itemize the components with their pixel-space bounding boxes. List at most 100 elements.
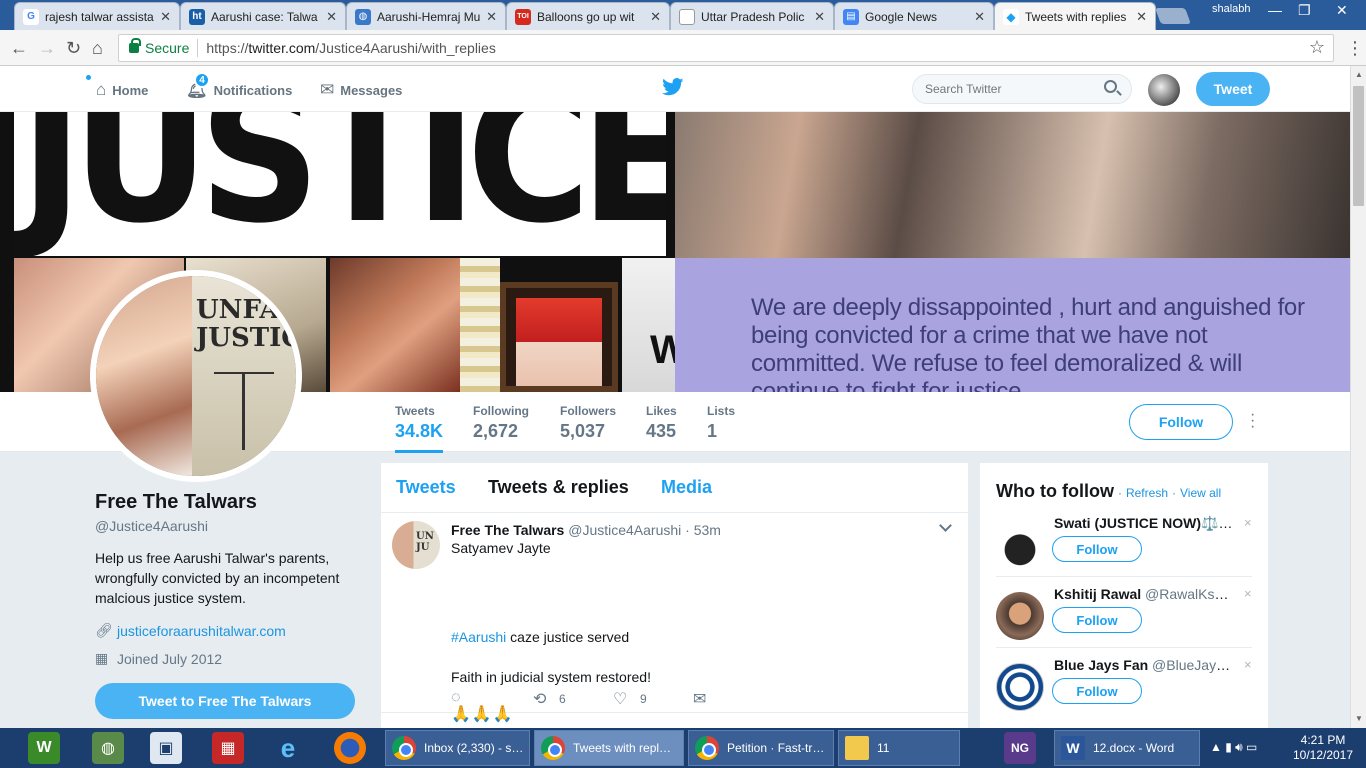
suggestion-follow-button[interactable]: Follow <box>1052 678 1142 704</box>
url-path: /Justice4Aarushi/with_replies <box>315 40 496 56</box>
suggestion-avatar[interactable] <box>996 663 1044 711</box>
system-tray-icons[interactable]: ▲ ▮ 🔊︎ ▭ <box>1210 740 1257 755</box>
heart-icon[interactable]: ♡ <box>613 689 627 709</box>
app-ng-icon[interactable]: NG <box>1004 732 1036 764</box>
dismiss-suggestion-icon[interactable]: × <box>1244 586 1252 601</box>
dismiss-suggestion-icon[interactable]: × <box>1244 515 1252 530</box>
tweet-avatar[interactable]: UN JU <box>392 521 440 569</box>
maximize-icon[interactable]: ❐ <box>1298 2 1311 19</box>
profile-website[interactable]: 🔗︎ justiceforaarushitalwar.com <box>95 622 286 639</box>
internet-explorer-icon[interactable]: e <box>272 732 304 764</box>
chevron-down-icon[interactable] <box>939 519 952 532</box>
scroll-up-icon[interactable]: ▲ <box>1355 70 1363 79</box>
close-tab-icon[interactable]: ✕ <box>814 9 825 25</box>
back-arrow-icon[interactable]: ← <box>10 38 28 59</box>
tab-tweets-and-replies[interactable]: Tweets & replies <box>488 477 629 498</box>
bookmark-star-icon[interactable]: ☆ <box>1309 37 1325 58</box>
stat-tweets[interactable]: Tweets 34.8K <box>395 404 444 453</box>
close-tab-icon[interactable]: ✕ <box>1136 9 1147 25</box>
browser-tab-4[interactable]: TOI Balloons go up wit ✕ <box>506 2 670 30</box>
suggestion-name[interactable]: Kshitij Rawal <box>1054 586 1141 602</box>
tweet[interactable]: UN JU Free The Talwars @Justice4Aarushi ·… <box>381 513 968 723</box>
taskbar-app-tweets[interactable]: Tweets with repl… <box>534 730 684 766</box>
scrollbar-thumb[interactable] <box>1353 86 1364 206</box>
suggestion-avatar[interactable] <box>996 521 1044 569</box>
app-window-icon[interactable]: ▣ <box>150 732 182 764</box>
app-w-icon[interactable]: W <box>28 732 60 764</box>
scroll-down-icon[interactable]: ▼ <box>1355 714 1363 723</box>
browser-tab-5[interactable]: Uttar Pradesh Polic ✕ <box>670 2 834 30</box>
browser-tab-2[interactable]: ht Aarushi case: Talwa ✕ <box>180 2 346 30</box>
close-window-icon[interactable]: ✕ <box>1336 2 1348 19</box>
home-icon[interactable]: ⌂ <box>92 38 103 59</box>
suggestion-avatar[interactable] <box>996 592 1044 640</box>
search-input[interactable] <box>912 74 1132 104</box>
profile-website-text[interactable]: justiceforaarushitalwar.com <box>117 623 286 639</box>
close-tab-icon[interactable]: ✕ <box>974 9 985 25</box>
reload-icon[interactable]: ↻ <box>66 38 81 59</box>
twitter-bird-icon[interactable] <box>662 78 684 96</box>
page-scrollbar[interactable]: ▲ ▼ <box>1350 66 1366 728</box>
follow-button[interactable]: Follow <box>1129 404 1233 440</box>
windows-taskbar: W ◍ ▣ ▦ e Inbox (2,330) - s… Tweets with… <box>0 728 1366 768</box>
taskbar-app-petition[interactable]: Petition · Fast-tr… <box>688 730 834 766</box>
refresh-link[interactable]: Refresh <box>1126 486 1168 500</box>
hashtag-link[interactable]: #Aarushi <box>451 629 506 645</box>
minimize-icon[interactable]: — <box>1268 2 1282 18</box>
suggestion-item[interactable]: Swati (JUSTICE NOW)⚖️ … × Follow <box>996 507 1252 577</box>
browser-tab-3[interactable]: ◍ Aarushi-Hemraj Mu ✕ <box>346 2 506 30</box>
taskbar-clock[interactable]: 4:21 PM 10/12/2017 <box>1290 733 1356 763</box>
suggestion-name[interactable]: Swati (JUSTICE NOW)⚖️ <box>1054 515 1232 531</box>
profile-name[interactable]: Free The Talwars <box>95 491 257 514</box>
close-tab-icon[interactable]: ✕ <box>650 9 661 25</box>
suggestion-item[interactable]: Kshitij Rawal @RawalKshitij × Follow <box>996 578 1252 648</box>
firefox-icon[interactable] <box>334 732 366 764</box>
secure-indicator[interactable]: Secure <box>129 38 189 56</box>
suggestion-item[interactable]: Blue Jays Fan @BlueJaysfa… × Follow <box>996 649 1252 719</box>
taskbar-app-folder[interactable]: 11 <box>838 730 960 766</box>
suggestion-name[interactable]: Blue Jays Fan <box>1054 657 1148 673</box>
profile-avatar[interactable]: UNFAIR JUSTICE <box>90 270 302 482</box>
close-tab-icon[interactable]: ✕ <box>160 9 171 25</box>
evernote-icon[interactable]: ◍ <box>92 732 124 764</box>
compose-tweet-button[interactable]: Tweet <box>1196 72 1270 106</box>
address-bar[interactable]: Secure https://twitter.com/Justice4Aarus… <box>118 34 1334 62</box>
close-tab-icon[interactable]: ✕ <box>486 9 497 25</box>
tab-media[interactable]: Media <box>661 477 712 498</box>
close-tab-icon[interactable]: ✕ <box>326 9 337 25</box>
suggestion-handle: @RawalKshitij <box>1145 586 1234 602</box>
tweet-timestamp[interactable]: · 53m <box>685 522 721 538</box>
user-avatar[interactable] <box>1148 74 1180 106</box>
chrome-menu-icon[interactable]: ⋮ <box>1346 38 1364 59</box>
view-all-link[interactable]: View all <box>1180 486 1221 500</box>
stat-following[interactable]: Following 2,672 <box>473 404 529 442</box>
nav-messages[interactable]: ✉ Messages <box>320 80 402 100</box>
browser-tab-7[interactable]: ◆ Tweets with replies ✕ <box>994 2 1156 30</box>
taskbar-app-inbox[interactable]: Inbox (2,330) - s… <box>385 730 530 766</box>
more-options-icon[interactable]: · · · <box>1250 407 1255 435</box>
new-tab-button[interactable] <box>1155 8 1191 24</box>
browser-tab-1[interactable]: G rajesh talwar assista ✕ <box>14 2 180 30</box>
suggestion-follow-button[interactable]: Follow <box>1052 536 1142 562</box>
tab-tweets[interactable]: Tweets <box>396 477 456 498</box>
stat-likes[interactable]: Likes 435 <box>646 404 677 442</box>
taskbar-app-word[interactable]: W 12.docx - Word <box>1054 730 1200 766</box>
forward-arrow-icon[interactable]: → <box>38 38 56 59</box>
search-icon[interactable] <box>1104 80 1117 93</box>
suggestion-follow-button[interactable]: Follow <box>1052 607 1142 633</box>
stat-label: Followers <box>560 404 617 418</box>
direct-message-icon[interactable]: ✉ <box>693 689 706 709</box>
tweet-author-name[interactable]: Free The Talwars <box>451 522 564 538</box>
app-grid-icon[interactable]: ▦ <box>212 732 244 764</box>
reply-icon[interactable]: ◌ <box>451 689 461 707</box>
suggestion-name-row: Blue Jays Fan @BlueJaysfa… <box>1054 657 1234 673</box>
stat-lists[interactable]: Lists 1 <box>707 404 735 442</box>
retweet-icon[interactable]: ⟲ <box>533 689 546 709</box>
dismiss-suggestion-icon[interactable]: × <box>1244 657 1252 672</box>
stat-label: Following <box>473 404 529 418</box>
browser-tab-6[interactable]: ▤ Google News ✕ <box>834 2 994 30</box>
tweet-to-button[interactable]: Tweet to Free The Talwars <box>95 683 355 719</box>
url-text[interactable]: https://twitter.com/Justice4Aarushi/with… <box>206 40 495 56</box>
nav-home[interactable]: ⌂ Home <box>96 80 148 100</box>
stat-followers[interactable]: Followers 5,037 <box>560 404 616 442</box>
